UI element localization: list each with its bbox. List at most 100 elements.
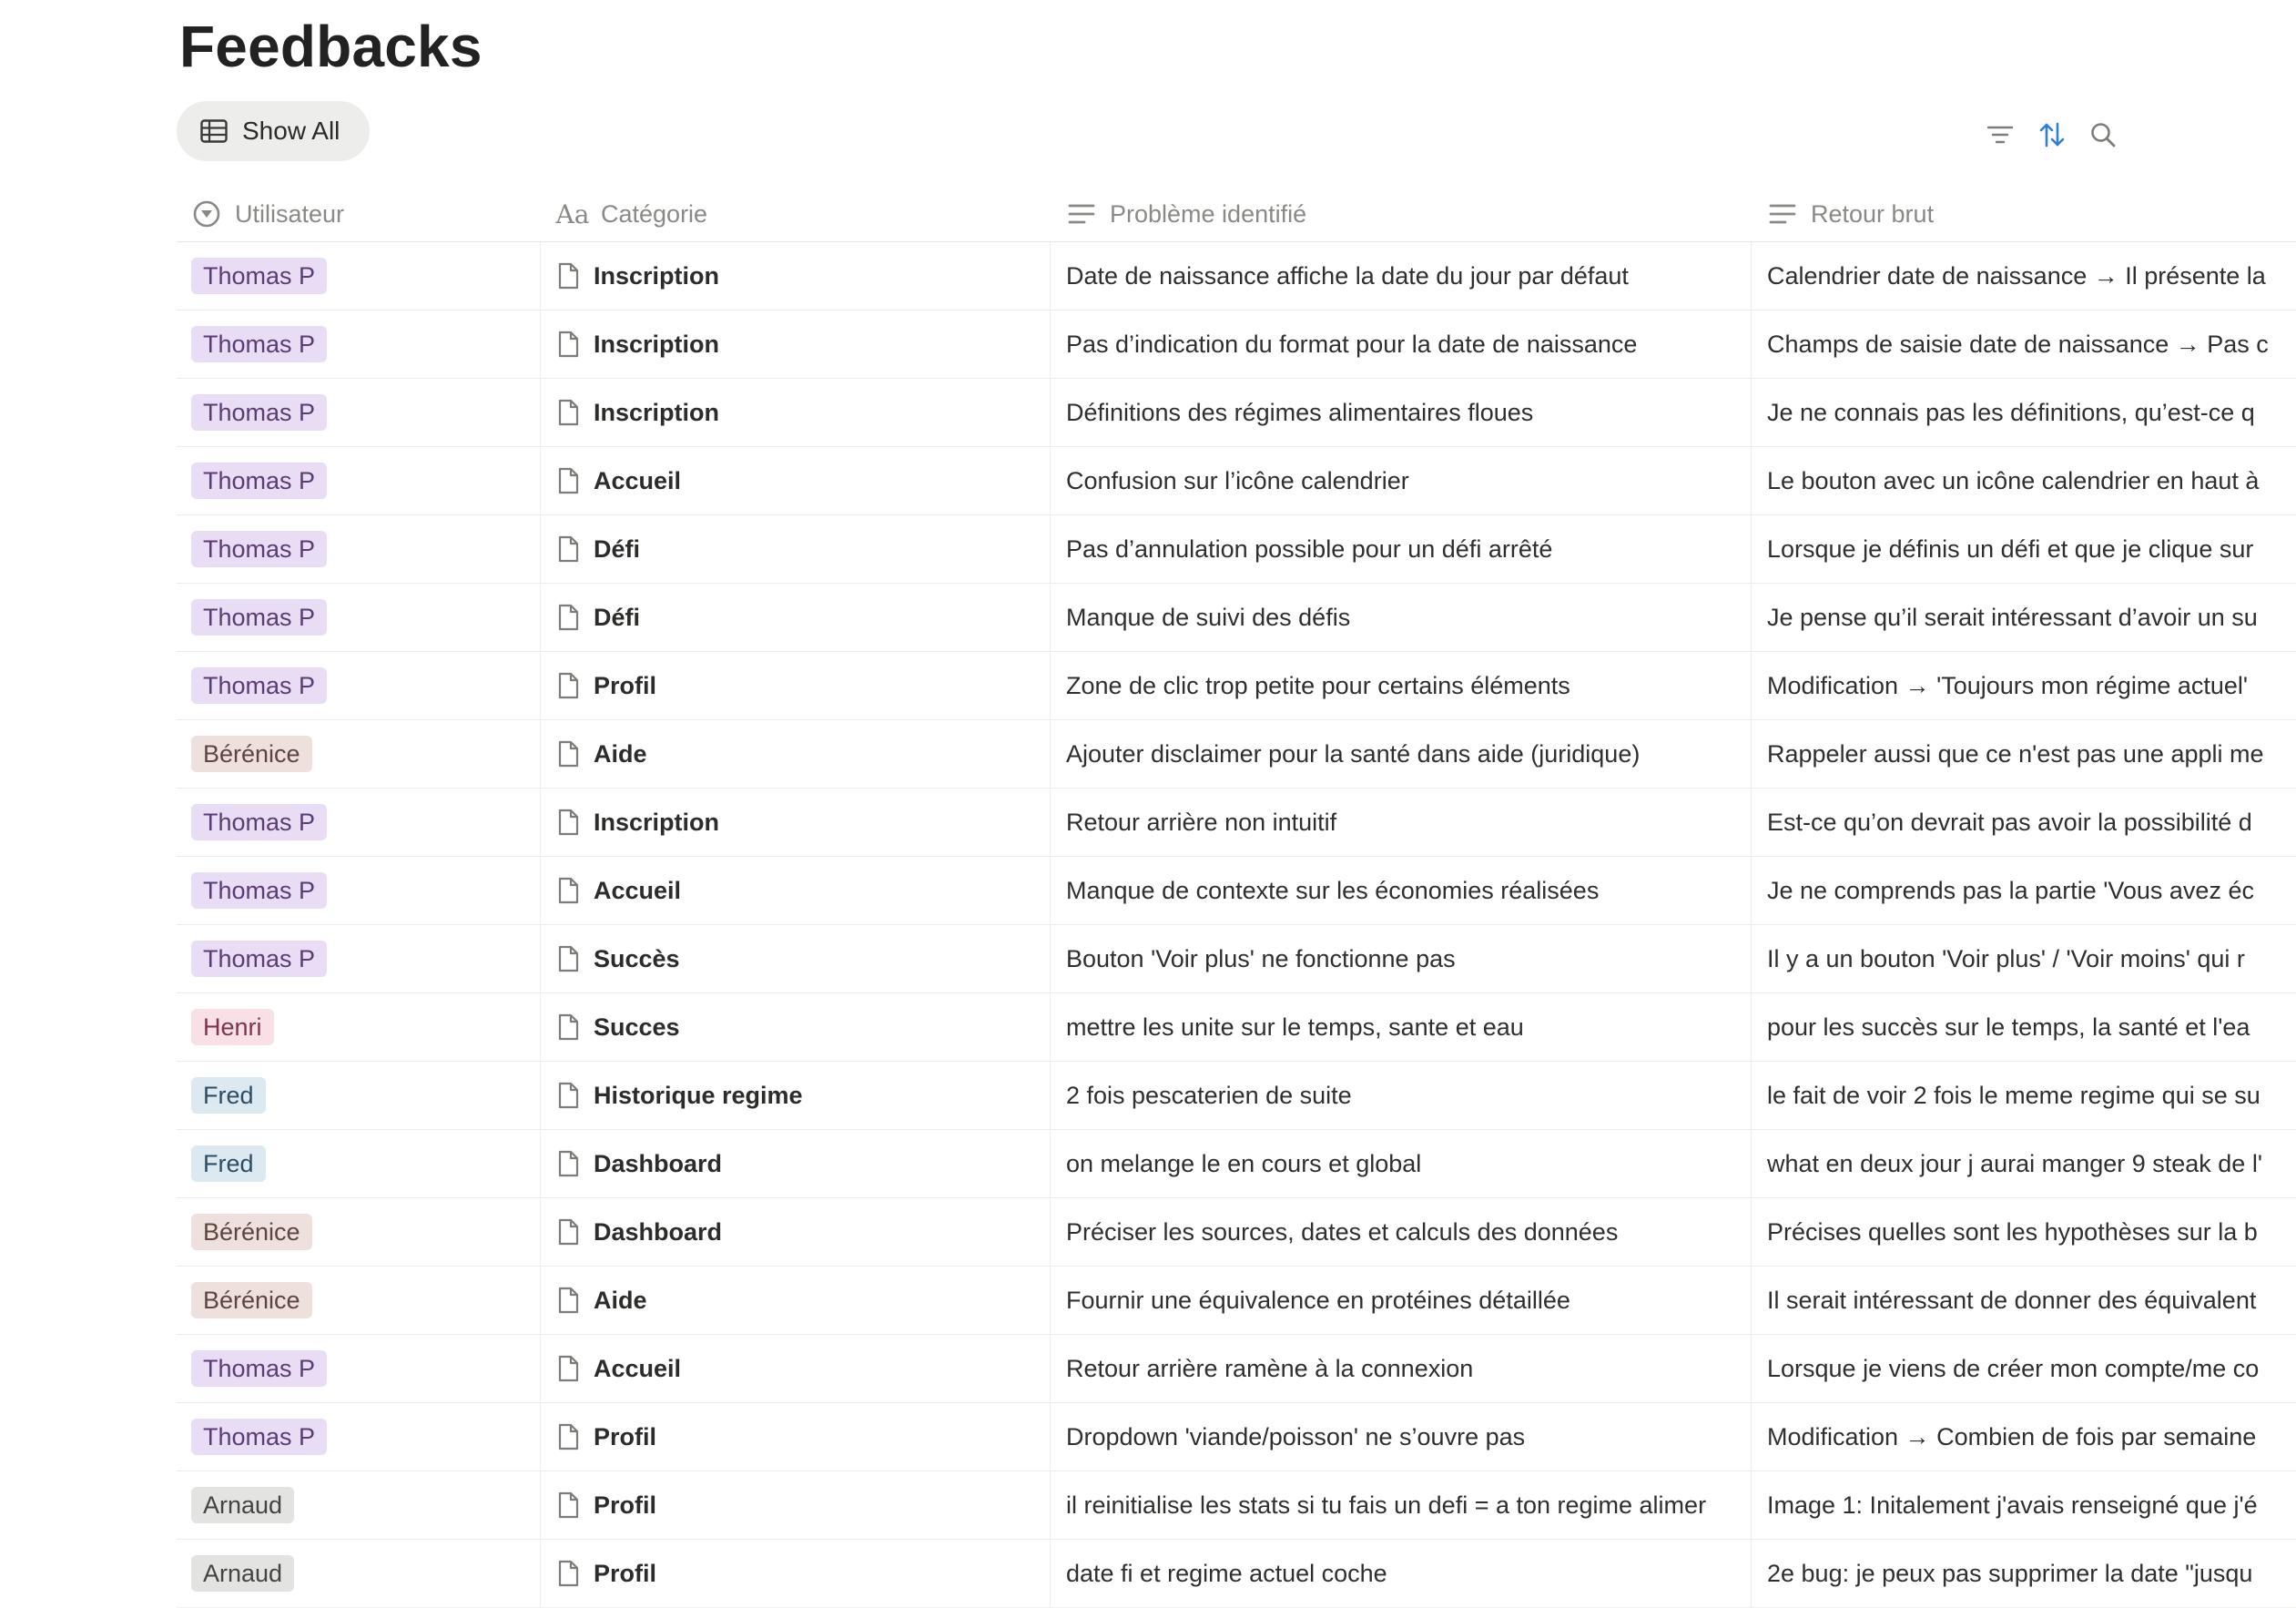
- category-title[interactable]: Inscription: [594, 331, 719, 359]
- category-cell[interactable]: Défi: [541, 584, 1051, 651]
- column-header-category[interactable]: Aa Catégorie: [541, 187, 1051, 241]
- problem-cell[interactable]: Date de naissance affiche la date du jou…: [1051, 242, 1752, 310]
- problem-cell[interactable]: Dropdown 'viande/poisson' ne s’ouvre pas: [1051, 1403, 1752, 1471]
- category-title[interactable]: Défi: [594, 535, 640, 564]
- table-row[interactable]: Thomas P Accueil Retour arrière ramène à l…: [177, 1335, 2296, 1403]
- category-cell[interactable]: Accueil: [541, 857, 1051, 924]
- category-title[interactable]: Succès: [594, 945, 680, 973]
- raw-feedback-cell[interactable]: Le bouton avec un icône calendrier en ha…: [1752, 447, 2296, 514]
- table-row[interactable]: Arnaud Profil date fi et regime actuel coc…: [177, 1540, 2296, 1608]
- category-title[interactable]: Aide: [594, 1287, 647, 1315]
- raw-feedback-cell[interactable]: Je ne comprends pas la partie 'Vous avez…: [1752, 857, 2296, 924]
- table-row[interactable]: Thomas P Profil Dropdown 'viande/poisson' …: [177, 1403, 2296, 1471]
- raw-feedback-cell[interactable]: Précises quelles sont les hypothèses sur…: [1752, 1198, 2296, 1266]
- category-title[interactable]: Succes: [594, 1013, 680, 1042]
- user-cell[interactable]: Thomas P: [177, 1403, 541, 1471]
- category-cell[interactable]: Dashboard: [541, 1198, 1051, 1266]
- category-cell[interactable]: Historique regime: [541, 1062, 1051, 1129]
- user-cell[interactable]: Thomas P: [177, 652, 541, 719]
- table-row[interactable]: Thomas P Inscription Pas d’indication du f…: [177, 310, 2296, 379]
- problem-cell[interactable]: on melange le en cours et global: [1051, 1130, 1752, 1197]
- raw-feedback-cell[interactable]: what en deux jour j aurai manger 9 steak…: [1752, 1130, 2296, 1197]
- problem-cell[interactable]: Manque de suivi des défis: [1051, 584, 1752, 651]
- problem-cell[interactable]: Retour arrière ramène à la connexion: [1051, 1335, 1752, 1402]
- problem-cell[interactable]: mettre les unite sur le temps, sante et …: [1051, 993, 1752, 1061]
- problem-cell[interactable]: Bouton 'Voir plus' ne fonctionne pas: [1051, 925, 1752, 992]
- user-cell[interactable]: Henri: [177, 993, 541, 1061]
- raw-feedback-cell[interactable]: Lorsque je viens de créer mon compte/me …: [1752, 1335, 2296, 1402]
- raw-feedback-cell[interactable]: Est-ce qu’on devrait pas avoir la possib…: [1752, 789, 2296, 856]
- category-cell[interactable]: Aide: [541, 720, 1051, 788]
- user-cell[interactable]: Thomas P: [177, 1335, 541, 1402]
- raw-feedback-cell[interactable]: Je pense qu’il serait intéressant d’avoi…: [1752, 584, 2296, 651]
- table-row[interactable]: Thomas P Inscription Définitions des régim…: [177, 379, 2296, 447]
- category-title[interactable]: Profil: [594, 1423, 656, 1451]
- raw-feedback-cell[interactable]: Il serait intéressant de donner des équi…: [1752, 1267, 2296, 1334]
- table-row[interactable]: Thomas P Défi Pas d’annulation possible po…: [177, 515, 2296, 584]
- category-title[interactable]: Dashboard: [594, 1218, 722, 1247]
- raw-feedback-cell[interactable]: 2e bug: je peux pas supprimer la date "j…: [1752, 1540, 2296, 1607]
- category-cell[interactable]: Inscription: [541, 379, 1051, 446]
- user-cell[interactable]: Fred: [177, 1130, 541, 1197]
- raw-feedback-cell[interactable]: Calendrier date de naissance → Il présen…: [1752, 242, 2296, 310]
- problem-cell[interactable]: date fi et regime actuel coche: [1051, 1540, 1752, 1607]
- table-row[interactable]: Bérénice Aide Ajouter disclaimer pour la s…: [177, 720, 2296, 789]
- table-row[interactable]: Henri Succes mettre les unite sur le temps…: [177, 993, 2296, 1062]
- raw-feedback-cell[interactable]: le fait de voir 2 fois le meme regime qu…: [1752, 1062, 2296, 1129]
- raw-feedback-cell[interactable]: Rappeler aussi que ce n'est pas une appl…: [1752, 720, 2296, 788]
- user-cell[interactable]: Bérénice: [177, 720, 541, 788]
- show-all-view-button[interactable]: Show All: [177, 101, 370, 161]
- category-title[interactable]: Aide: [594, 740, 647, 768]
- problem-cell[interactable]: Retour arrière non intuitif: [1051, 789, 1752, 856]
- raw-feedback-cell[interactable]: Je ne connais pas les définitions, qu’es…: [1752, 379, 2296, 446]
- filter-icon[interactable]: [1982, 117, 2018, 153]
- user-cell[interactable]: Bérénice: [177, 1267, 541, 1334]
- table-row[interactable]: Fred Historique regime 2 fois pescaterien …: [177, 1062, 2296, 1130]
- table-row[interactable]: Fred Dashboard on melange le en cours et g…: [177, 1130, 2296, 1198]
- category-cell[interactable]: Profil: [541, 1471, 1051, 1539]
- category-title[interactable]: Profil: [594, 1491, 656, 1520]
- table-row[interactable]: Thomas P Profil Zone de clic trop petite p…: [177, 652, 2296, 720]
- category-title[interactable]: Historique regime: [594, 1082, 803, 1110]
- table-row[interactable]: Thomas P Inscription Date de naissance aff…: [177, 242, 2296, 310]
- raw-feedback-cell[interactable]: Lorsque je définis un défi et que je cli…: [1752, 515, 2296, 583]
- user-cell[interactable]: Thomas P: [177, 515, 541, 583]
- user-cell[interactable]: Arnaud: [177, 1540, 541, 1607]
- raw-feedback-cell[interactable]: Image 1: Initalement j'avais renseigné q…: [1752, 1471, 2296, 1539]
- category-title[interactable]: Profil: [594, 1560, 656, 1588]
- user-cell[interactable]: Arnaud: [177, 1471, 541, 1539]
- problem-cell[interactable]: Fournir une équivalence en protéines dét…: [1051, 1267, 1752, 1334]
- user-cell[interactable]: Thomas P: [177, 447, 541, 514]
- search-icon[interactable]: [2085, 117, 2121, 153]
- table-row[interactable]: Thomas P Succès Bouton 'Voir plus' ne fonc…: [177, 925, 2296, 993]
- table-row[interactable]: Arnaud Profil il reinitialise les stats si…: [177, 1471, 2296, 1540]
- user-cell[interactable]: Fred: [177, 1062, 541, 1129]
- category-cell[interactable]: Accueil: [541, 1335, 1051, 1402]
- category-cell[interactable]: Profil: [541, 652, 1051, 719]
- user-cell[interactable]: Thomas P: [177, 584, 541, 651]
- table-row[interactable]: Thomas P Inscription Retour arrière non in…: [177, 789, 2296, 857]
- column-header-raw[interactable]: Retour brut: [1752, 187, 2296, 241]
- category-cell[interactable]: Succès: [541, 925, 1051, 992]
- user-cell[interactable]: Thomas P: [177, 242, 541, 310]
- category-title[interactable]: Inscription: [594, 809, 719, 837]
- category-cell[interactable]: Profil: [541, 1403, 1051, 1471]
- user-cell[interactable]: Thomas P: [177, 379, 541, 446]
- category-title[interactable]: Profil: [594, 672, 656, 700]
- column-header-user[interactable]: Utilisateur: [177, 187, 541, 241]
- sort-icon[interactable]: [2034, 117, 2070, 153]
- table-row[interactable]: Bérénice Aide Fournir une équivalence en p…: [177, 1267, 2296, 1335]
- category-title[interactable]: Dashboard: [594, 1150, 722, 1178]
- table-row[interactable]: Thomas P Accueil Manque de contexte sur le…: [177, 857, 2296, 925]
- column-header-problem[interactable]: Problème identifié: [1051, 187, 1752, 241]
- raw-feedback-cell[interactable]: Modification → 'Toujours mon régime actu…: [1752, 652, 2296, 719]
- category-cell[interactable]: Inscription: [541, 789, 1051, 856]
- category-cell[interactable]: Profil: [541, 1540, 1051, 1607]
- user-cell[interactable]: Thomas P: [177, 925, 541, 992]
- category-title[interactable]: Défi: [594, 604, 640, 632]
- category-cell[interactable]: Inscription: [541, 242, 1051, 310]
- category-title[interactable]: Accueil: [594, 1355, 681, 1383]
- category-cell[interactable]: Aide: [541, 1267, 1051, 1334]
- category-title[interactable]: Inscription: [594, 262, 719, 290]
- category-cell[interactable]: Inscription: [541, 310, 1051, 378]
